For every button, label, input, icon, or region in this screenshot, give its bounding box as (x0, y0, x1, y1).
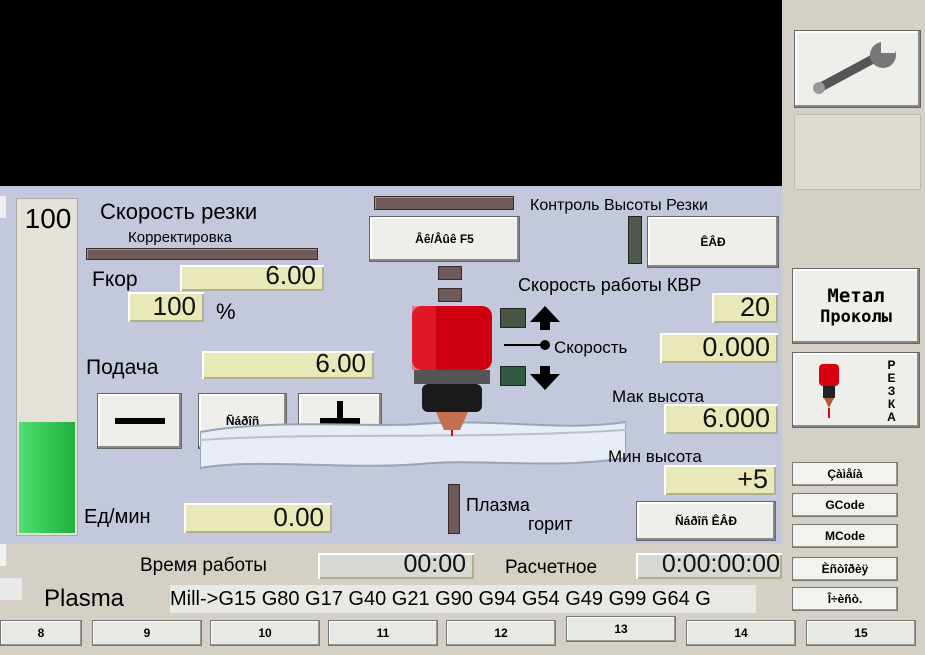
estimate-label: Расчетное (505, 557, 598, 578)
override-percent-dro[interactable]: 100 (128, 292, 204, 322)
override-subtitle: Корректировка (128, 229, 232, 246)
control-panel: 100 Скорость резки Корректировка Fкор 6.… (0, 186, 782, 544)
feed-gauge: 100 (16, 198, 78, 536)
plasma-label: Плазма (466, 495, 530, 515)
gcode-modal-status: Mill->G15 G80 G17 G40 G21 G90 G94 G54 G4… (170, 585, 756, 613)
runtime-dro: 00:00 (318, 553, 474, 579)
thc-toggle-button[interactable]: Âê/Âûê F5 (369, 216, 520, 262)
tab-9[interactable]: 9 (92, 620, 202, 646)
feed-label: Подача (86, 356, 159, 379)
percent-unit: % (216, 299, 236, 324)
fkor-label: Fкор (92, 268, 138, 291)
clear-button[interactable]: Î÷èñò. (792, 587, 898, 611)
units-label: Ед/мин (84, 506, 151, 528)
feed-minus-button[interactable] (97, 393, 182, 449)
runtime-label: Время работы (140, 555, 267, 576)
min-height-label: Мин высота (608, 447, 702, 466)
thc-bar (374, 196, 514, 210)
torch-slider-top (438, 266, 462, 280)
override-slider[interactable] (86, 248, 318, 260)
estimate-dro: 0:00:00:00 (636, 553, 782, 579)
rate-dot-icon (540, 340, 550, 350)
cut-button[interactable]: РЕЗКА (792, 352, 920, 428)
thc-led (628, 216, 642, 264)
pierce-metal-button[interactable]: Метал Проколы (792, 268, 920, 344)
cut-speed-title: Скорость резки (100, 199, 258, 224)
units-dro[interactable]: 0.00 (184, 503, 332, 533)
tab-10[interactable]: 10 (210, 620, 320, 646)
tab-15[interactable]: 15 (806, 620, 916, 646)
torch-icon (818, 364, 839, 418)
mcode-button[interactable]: MCode (792, 524, 898, 548)
settings-button[interactable] (794, 30, 921, 108)
torch-graphic (406, 306, 498, 436)
cut-label: РЕЗКА (884, 357, 899, 423)
right-panel: Метал Проколы РЕЗКА Çàìåíà GCode MCode È… (782, 0, 925, 620)
max-height-dro[interactable]: 6.000 (664, 404, 778, 434)
machine-mode: Plasma (44, 585, 125, 612)
edge-marker (0, 196, 6, 218)
thc-reset-button[interactable]: Ñáðîñ ÊÂÐ (636, 501, 776, 541)
fkor-dro[interactable]: 6.00 (180, 265, 324, 291)
status-edge-top (0, 544, 6, 566)
feed-dro[interactable]: 6.00 (202, 351, 374, 379)
thc-down-led (500, 366, 526, 386)
gauge-value: 100 (24, 203, 72, 234)
tab-12[interactable]: 12 (446, 620, 556, 646)
tab-11[interactable]: 11 (328, 620, 438, 646)
pierce-label: Проколы (820, 307, 892, 327)
history-button[interactable]: Èñòîðèÿ (792, 557, 898, 581)
rate-label: Скорость (554, 338, 628, 357)
thc-button[interactable]: ÊÂÐ (647, 216, 779, 268)
tab-8[interactable]: 8 (0, 620, 82, 646)
minus-icon (114, 418, 165, 424)
tab-13[interactable]: 13 (566, 616, 676, 642)
torch-slider-mid (438, 288, 462, 302)
toolpath-display (0, 0, 782, 186)
plasma-indicator (448, 484, 460, 534)
thc-speed-label: Скорость работы КВР (518, 275, 702, 295)
thc-up-led (500, 308, 526, 328)
thc-speed-dro[interactable]: 20 (712, 293, 778, 323)
arc-on-label: горит (528, 514, 573, 534)
tab-14[interactable]: 14 (686, 620, 796, 646)
menu-button-replace[interactable]: Çàìåíà (792, 462, 898, 486)
rate-dro[interactable]: 0.000 (660, 333, 778, 363)
gcode-button[interactable]: GCode (792, 493, 898, 517)
metal-label: Метал (827, 285, 885, 307)
blank-panel (794, 114, 921, 190)
gauge-fill (19, 422, 75, 533)
thc-title: Контроль Высоты Резки (530, 197, 708, 214)
wrench-icon (812, 41, 896, 94)
status-edge-bottom (0, 578, 22, 600)
min-height-dro[interactable]: +5 (664, 465, 776, 495)
